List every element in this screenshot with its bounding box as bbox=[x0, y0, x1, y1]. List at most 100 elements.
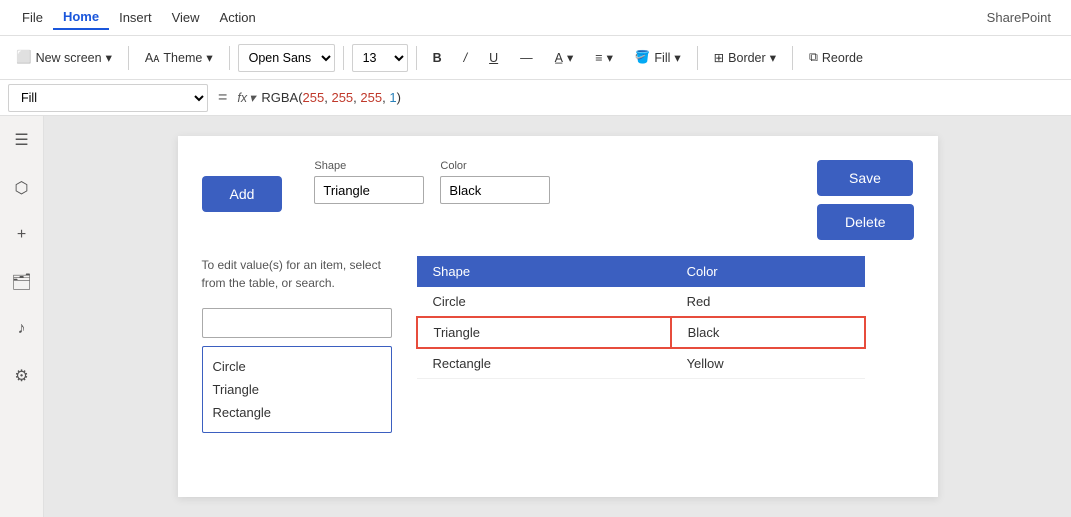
shape-label: Shape bbox=[314, 160, 424, 172]
bold-icon: B bbox=[433, 51, 442, 65]
italic-button[interactable]: / bbox=[456, 47, 475, 69]
table-row[interactable]: Circle Red bbox=[417, 287, 865, 317]
menu-bar: File Home Insert View Action SharePoint bbox=[0, 0, 1071, 36]
list-item-triangle[interactable]: Triangle bbox=[211, 378, 383, 401]
app-name: SharePoint bbox=[987, 10, 1059, 25]
color-field-group: Color bbox=[440, 160, 550, 204]
menu-home[interactable]: Home bbox=[53, 5, 109, 30]
formula-field-select[interactable]: Fill bbox=[8, 84, 208, 112]
fx-chevron-icon: ▾ bbox=[249, 90, 255, 105]
bottom-row: To edit value(s) for an item, select fro… bbox=[202, 256, 914, 433]
underline-button[interactable]: U bbox=[481, 47, 506, 69]
font-color-chevron-icon: ▾ bbox=[567, 50, 573, 65]
menu-view[interactable]: View bbox=[162, 6, 210, 29]
right-column: Shape Color Circle Red Triangle Bl bbox=[416, 256, 866, 379]
shape-input[interactable] bbox=[314, 176, 424, 204]
formula-bar: Fill = fx ▾ RGBA(255, 255, 255, 1) bbox=[0, 80, 1071, 116]
fill-icon: 🪣 bbox=[635, 50, 651, 65]
table-header-shape: Shape bbox=[417, 256, 671, 287]
underline-icon: U bbox=[489, 51, 498, 65]
border-label: Border bbox=[728, 51, 766, 65]
fx-label: fx bbox=[237, 91, 247, 105]
italic-icon: / bbox=[464, 51, 467, 65]
strikethrough-button[interactable]: — bbox=[512, 47, 541, 69]
fx-button[interactable]: fx ▾ bbox=[237, 90, 255, 105]
separator-1 bbox=[128, 46, 129, 70]
table-cell-color: Black bbox=[671, 317, 865, 348]
settings-icon[interactable]: ⚙ bbox=[8, 360, 34, 392]
theme-label: Theme bbox=[163, 51, 202, 65]
rgba-g: 255 bbox=[331, 90, 353, 105]
media-icon[interactable]: ♪ bbox=[12, 314, 32, 344]
list-item-circle[interactable]: Circle bbox=[211, 355, 383, 378]
instruction-text: To edit value(s) for an item, select fro… bbox=[202, 256, 382, 292]
new-screen-button[interactable]: ⬜ New screen ▾ bbox=[8, 46, 120, 69]
color-input[interactable] bbox=[440, 176, 550, 204]
rgba-label: RGBA( bbox=[261, 90, 302, 105]
table-row[interactable]: Rectangle Yellow bbox=[417, 348, 865, 379]
border-chevron-icon: ▾ bbox=[770, 50, 776, 65]
table-cell-shape: Triangle bbox=[417, 317, 671, 348]
theme-icon: Aᴀ bbox=[145, 51, 160, 65]
separator-2 bbox=[229, 46, 230, 70]
reorder-button[interactable]: ⧉ Reorde bbox=[801, 46, 871, 69]
font-color-button[interactable]: A̲ ▾ bbox=[547, 46, 582, 69]
hamburger-icon[interactable]: ☰ bbox=[8, 124, 34, 156]
canvas-content: Add Shape Color Save Delete bbox=[178, 136, 938, 497]
separator-6 bbox=[792, 46, 793, 70]
table-cell-color: Red bbox=[671, 287, 865, 317]
toolbar: ⬜ New screen ▾ Aᴀ Theme ▾ Open Sans 13 B… bbox=[0, 36, 1071, 80]
sidebar: ☰ ⬡ + 🗂 ♪ ⚙ bbox=[0, 116, 44, 517]
separator-3 bbox=[343, 46, 344, 70]
rgba-r: 255 bbox=[303, 90, 325, 105]
bold-button[interactable]: B bbox=[425, 47, 450, 69]
table-header-color: Color bbox=[671, 256, 865, 287]
font-color-icon: A̲ bbox=[555, 51, 563, 65]
add-icon[interactable]: + bbox=[11, 220, 32, 250]
border-icon: ⊞ bbox=[714, 50, 724, 65]
table-cell-color: Yellow bbox=[671, 348, 865, 379]
data-table: Shape Color Circle Red Triangle Bl bbox=[416, 256, 866, 379]
fill-button[interactable]: 🪣 Fill ▾ bbox=[627, 46, 689, 69]
reorder-label: Reorde bbox=[822, 51, 863, 65]
shape-field-group: Shape bbox=[314, 160, 424, 204]
new-screen-chevron-icon: ▾ bbox=[106, 50, 112, 65]
font-select[interactable]: Open Sans bbox=[238, 44, 335, 72]
screen-icon: ⬜ bbox=[16, 50, 32, 65]
list-item-rectangle[interactable]: Rectangle bbox=[211, 401, 383, 424]
data-icon[interactable]: 🗂 bbox=[5, 266, 37, 298]
border-button[interactable]: ⊞ Border ▾ bbox=[706, 46, 784, 69]
top-row: Add Shape Color Save Delete bbox=[202, 160, 914, 240]
menu-action[interactable]: Action bbox=[210, 6, 266, 29]
equals-sign: = bbox=[214, 89, 231, 107]
rgba-a: 1 bbox=[389, 90, 396, 105]
search-input[interactable] bbox=[202, 308, 392, 338]
canvas-area: Add Shape Color Save Delete bbox=[44, 116, 1071, 517]
font-size-select[interactable]: 13 bbox=[352, 44, 408, 72]
align-button[interactable]: ≡ ▾ bbox=[587, 46, 621, 69]
save-button[interactable]: Save bbox=[817, 160, 913, 196]
table-row-selected[interactable]: Triangle Black bbox=[417, 317, 865, 348]
rgba-close: ) bbox=[397, 90, 401, 105]
color-label: Color bbox=[440, 160, 550, 172]
fill-label: Fill bbox=[654, 51, 670, 65]
formula-content: RGBA(255, 255, 255, 1) bbox=[261, 90, 401, 105]
new-screen-label: New screen bbox=[36, 51, 102, 65]
theme-button[interactable]: Aᴀ Theme ▾ bbox=[137, 46, 221, 69]
reorder-icon: ⧉ bbox=[809, 50, 818, 65]
separator-5 bbox=[697, 46, 698, 70]
strikethrough-icon: — bbox=[520, 51, 533, 65]
separator-4 bbox=[416, 46, 417, 70]
menu-insert[interactable]: Insert bbox=[109, 6, 162, 29]
left-column: To edit value(s) for an item, select fro… bbox=[202, 256, 392, 433]
align-chevron-icon: ▾ bbox=[607, 50, 613, 65]
list-box: Circle Triangle Rectangle bbox=[202, 346, 392, 433]
layers-icon[interactable]: ⬡ bbox=[9, 172, 35, 204]
add-button[interactable]: Add bbox=[202, 176, 283, 212]
menu-file[interactable]: File bbox=[12, 6, 53, 29]
fill-chevron-icon: ▾ bbox=[674, 50, 680, 65]
table-cell-shape: Rectangle bbox=[417, 348, 671, 379]
delete-button[interactable]: Delete bbox=[817, 204, 913, 240]
theme-chevron-icon: ▾ bbox=[206, 50, 212, 65]
table-cell-shape: Circle bbox=[417, 287, 671, 317]
